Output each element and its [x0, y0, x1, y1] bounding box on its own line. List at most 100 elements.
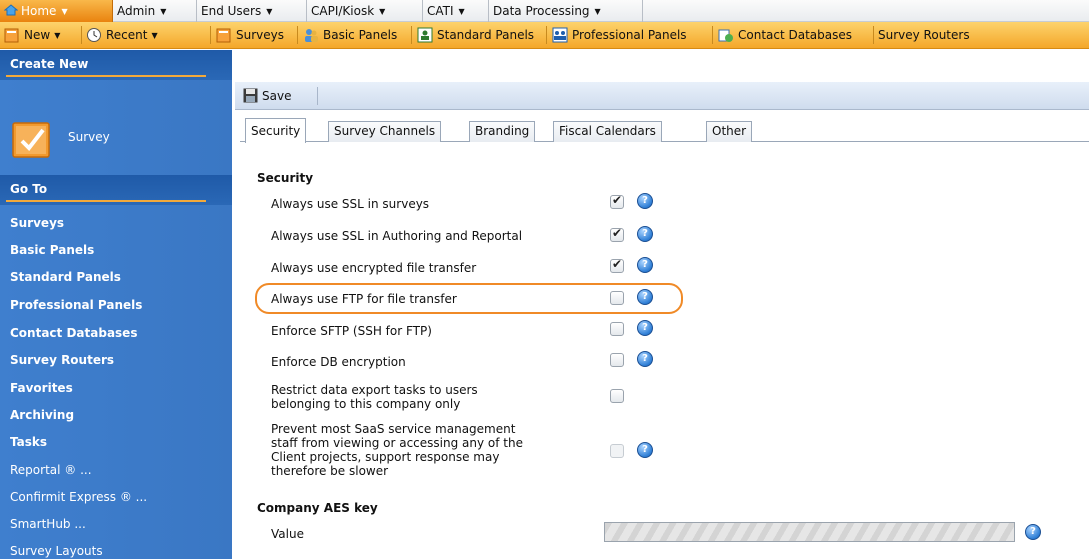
- aes-value-label: Value: [271, 527, 304, 541]
- database-icon: [718, 29, 733, 42]
- aes-section-title: Company AES key: [257, 501, 378, 515]
- setting-label: Always use FTP for file transfer: [271, 292, 457, 306]
- security-section-title: Security: [257, 171, 314, 185]
- sidebar-item-surveys[interactable]: Surveys: [10, 216, 64, 230]
- setting-label-line: therefore be slower: [271, 464, 389, 478]
- toolbar-basic-panels[interactable]: Basic Panels: [303, 22, 397, 48]
- sidebar-item-reportal[interactable]: Reportal ® ...: [10, 463, 92, 477]
- help-icon[interactable]: ?: [637, 193, 653, 209]
- help-icon[interactable]: ?: [637, 442, 653, 458]
- setting-label-line: Client projects, support response may: [271, 450, 500, 464]
- header-underline: [6, 75, 206, 77]
- tab-branding[interactable]: Branding: [469, 121, 536, 142]
- help-icon[interactable]: ?: [637, 289, 653, 305]
- setting-label-line: staff from viewing or accessing any of t…: [271, 436, 523, 450]
- setting-label-line: belonging to this company only: [271, 397, 461, 411]
- setting-label: Always use SSL in Authoring and Reportal: [271, 229, 523, 243]
- help-icon[interactable]: ?: [637, 226, 653, 242]
- chevron-down-icon: ▼: [266, 7, 273, 16]
- ssl-authoring-checkbox[interactable]: [610, 226, 624, 242]
- setting-label-line: Prevent most SaaS service management: [271, 422, 516, 436]
- help-icon[interactable]: ?: [637, 351, 653, 367]
- setting-label: Always use SSL in surveys: [271, 197, 430, 211]
- chevron-down-icon: ▼: [458, 7, 465, 16]
- chevron-down-icon: ▼: [160, 7, 167, 16]
- toolbar-divider: [297, 26, 298, 44]
- menu-end-users[interactable]: End Users ▼: [197, 0, 307, 22]
- toolbar-divider: [317, 87, 318, 105]
- prevent-saas-access-checkbox[interactable]: [610, 444, 624, 458]
- sidebar-item-archiving[interactable]: Archiving: [10, 408, 74, 422]
- toolbar-contact-databases[interactable]: Contact Databases: [718, 22, 852, 48]
- chevron-down-icon: ▼: [54, 31, 61, 40]
- tab-other[interactable]: Other: [706, 121, 753, 142]
- sidebar: Create New Survey Go To Surveys Basic Pa…: [0, 50, 232, 559]
- tab-security[interactable]: Security: [245, 118, 307, 143]
- toolbar-divider: [546, 26, 547, 44]
- restrict-export-checkbox[interactable]: [610, 389, 624, 403]
- quick-toolbar: New ▼ Recent ▼ Surveys Basic Panels Standa…: [0, 22, 1089, 49]
- help-icon[interactable]: ?: [637, 257, 653, 273]
- enforce-sftp-checkbox[interactable]: [610, 322, 624, 336]
- toolbar-divider: [210, 26, 211, 44]
- sidebar-item-favorites[interactable]: Favorites: [10, 381, 73, 395]
- sidebar-item-smarthub[interactable]: SmartHub ...: [10, 517, 86, 531]
- chevron-down-icon: ▼: [379, 7, 386, 16]
- chevron-down-icon: ▼: [151, 31, 158, 40]
- toolbar-survey-routers[interactable]: Survey Routers: [878, 22, 970, 48]
- save-button[interactable]: Save: [243, 87, 291, 105]
- survey-large-icon[interactable]: [10, 117, 54, 161]
- help-icon[interactable]: ?: [1025, 524, 1041, 540]
- header-underline: [6, 200, 206, 202]
- goto-header: Go To: [0, 175, 232, 205]
- menu-admin[interactable]: Admin ▼: [113, 0, 197, 22]
- home-icon: [4, 4, 18, 16]
- toolbar-professional-panels[interactable]: Professional Panels: [552, 22, 687, 48]
- sidebar-item-basic-panels[interactable]: Basic Panels: [10, 243, 94, 257]
- db-encryption-checkbox[interactable]: [610, 353, 624, 367]
- sidebar-item-tasks[interactable]: Tasks: [10, 435, 47, 449]
- setting-label-line: Restrict data export tasks to users: [271, 383, 478, 397]
- help-icon[interactable]: ?: [637, 320, 653, 336]
- chevron-down-icon: ▼: [594, 7, 601, 16]
- sidebar-item-standard-panels[interactable]: Standard Panels: [10, 270, 121, 284]
- setting-label: Enforce DB encryption: [271, 355, 406, 369]
- sidebar-item-professional-panels[interactable]: Professional Panels: [10, 298, 142, 312]
- recent-button[interactable]: Recent ▼: [86, 22, 158, 48]
- tab-survey-channels[interactable]: Survey Channels: [328, 121, 442, 142]
- setting-label: Always use encrypted file transfer: [271, 261, 477, 275]
- create-survey-link[interactable]: Survey: [68, 130, 110, 144]
- chevron-down-icon: ▼: [61, 7, 68, 16]
- menu-capi-kiosk[interactable]: CAPI/Kiosk ▼: [307, 0, 423, 22]
- editor-toolbar: Save: [235, 82, 1089, 110]
- encrypted-transfer-checkbox[interactable]: [610, 257, 624, 273]
- panel-icon: [417, 27, 433, 42]
- sidebar-item-survey-layouts[interactable]: Survey Layouts: [10, 544, 103, 558]
- ftp-transfer-checkbox[interactable]: [610, 291, 624, 305]
- survey-icon: [216, 28, 231, 42]
- new-button[interactable]: New ▼: [4, 22, 60, 48]
- toolbar-divider: [712, 26, 713, 44]
- new-survey-icon: [4, 28, 19, 42]
- setting-label: Enforce SFTP (SSH for FTP): [271, 324, 432, 338]
- toolbar-standard-panels[interactable]: Standard Panels: [417, 22, 534, 48]
- main-menu-bar: Home ▼ Admin ▼ End Users ▼ CAPI/Kiosk ▼ CATI…: [0, 0, 1089, 22]
- people-icon: [305, 28, 318, 42]
- ssl-surveys-checkbox[interactable]: [610, 193, 624, 209]
- clock-icon: [87, 27, 101, 42]
- sidebar-item-survey-routers[interactable]: Survey Routers: [10, 353, 114, 367]
- tab-fiscal-calendars[interactable]: Fiscal Calendars: [553, 121, 662, 142]
- sidebar-item-contact-databases[interactable]: Contact Databases: [10, 326, 137, 340]
- menu-cati[interactable]: CATI ▼: [423, 0, 489, 22]
- create-new-header: Create New: [0, 50, 232, 80]
- menu-home[interactable]: Home ▼: [0, 0, 113, 22]
- toolbar-divider: [411, 26, 412, 44]
- settings-tabs: Security Survey Channels Branding Fiscal…: [240, 116, 1089, 143]
- menu-data-processing[interactable]: Data Processing ▼: [489, 0, 643, 22]
- aes-key-field: [604, 522, 1015, 542]
- toolbar-surveys[interactable]: Surveys: [216, 22, 284, 48]
- toolbar-divider: [873, 26, 874, 44]
- floppy-disk-icon: [243, 88, 258, 103]
- panel-group-icon: [552, 27, 568, 42]
- sidebar-item-confirmit-express[interactable]: Confirmit Express ® ...: [10, 490, 147, 504]
